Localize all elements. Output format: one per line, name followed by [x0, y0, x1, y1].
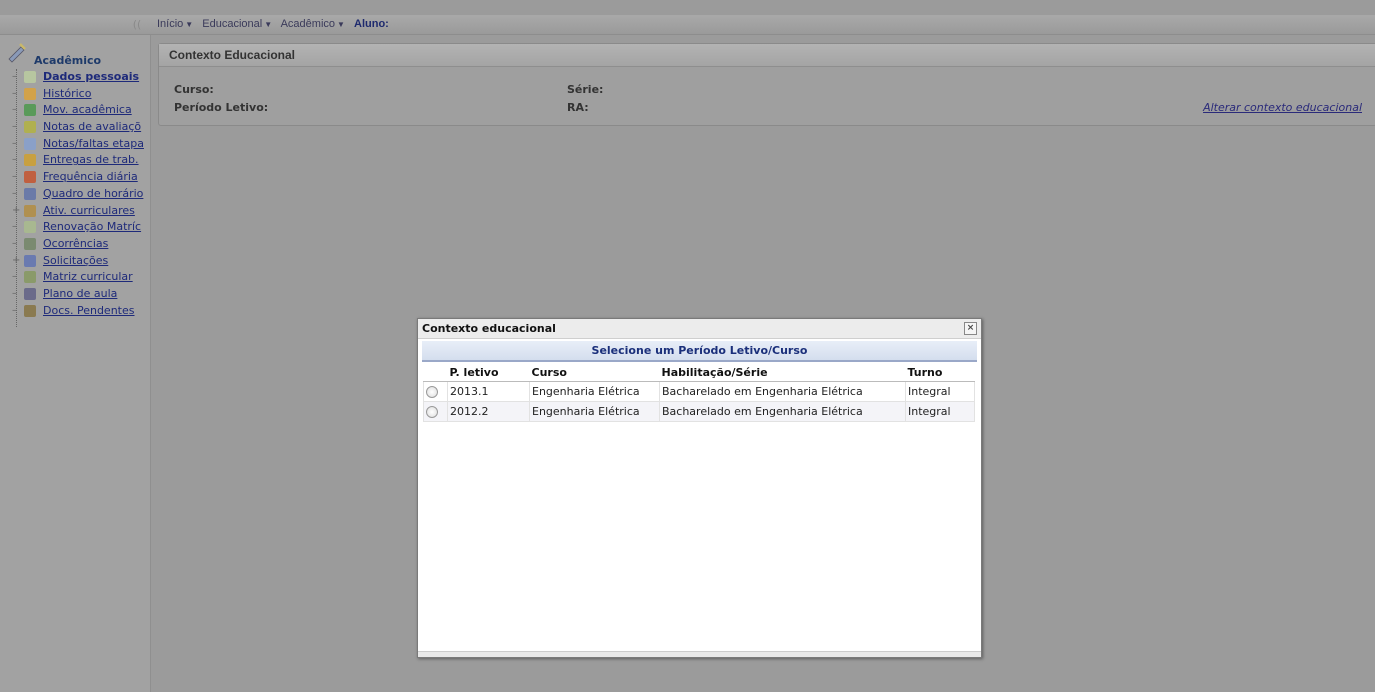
- dialog-subtitle: Selecione um Período Letivo/Curso: [422, 341, 977, 362]
- sidebar-item[interactable]: – Quadro de horário: [0, 186, 150, 203]
- sidebar: Acadêmico – Dados pessoais – Histórico – Mov.…: [0, 35, 151, 692]
- sidebar-item[interactable]: – Matriz curricular: [0, 269, 150, 286]
- check-icon: [24, 271, 36, 284]
- sidebar-item[interactable]: – Ocorrências: [0, 236, 150, 253]
- pen-icon: [24, 237, 36, 250]
- sidebar-item-label: Notas/faltas etapa: [43, 136, 144, 150]
- sidebar-item[interactable]: – Plano de aula: [0, 286, 150, 303]
- sidebar-item-label: Solicitações: [43, 253, 109, 267]
- sidebar-item[interactable]: – Notas de avaliaçõ: [0, 119, 150, 136]
- grid-icon: [24, 137, 36, 150]
- bullet-icon: [24, 121, 36, 134]
- sidebar-item-label: Plano de aula: [43, 286, 118, 300]
- turno-cell: Integral: [905, 381, 975, 402]
- radio-button[interactable]: [426, 386, 438, 398]
- bullet-icon: [24, 71, 36, 83]
- table-row[interactable]: 2013.1 Engenharia Elétrica Bacharelado e…: [423, 381, 975, 402]
- sidebar-item[interactable]: – Frequência diária: [0, 169, 150, 186]
- sidebar-item-label: Entregas de trab.: [43, 153, 139, 167]
- folder-icon: [24, 154, 36, 167]
- dialog-titlebar: Contexto educacional ×: [418, 319, 981, 339]
- sidebar-item-label: Ocorrências: [43, 236, 109, 250]
- menu-educacional[interactable]: Educacional ▼: [202, 18, 272, 30]
- row-select-cell: [423, 381, 448, 402]
- sidebar-item-label: Renovação Matríc: [43, 220, 142, 234]
- sidebar-item-label: Quadro de horário: [43, 186, 144, 200]
- sidebar-item-label: Matriz curricular: [43, 270, 133, 284]
- serie-label: Série:: [567, 83, 604, 96]
- docs-icon: [24, 304, 36, 317]
- column-header: P. letivo: [447, 363, 530, 382]
- pencil-icon: [24, 87, 36, 100]
- table-row[interactable]: 2012.2 Engenharia Elétrica Bacharelado e…: [423, 401, 975, 422]
- menu-academico[interactable]: Acadêmico ▼: [281, 18, 345, 30]
- person-icon: [24, 204, 36, 217]
- periodo-letivo-label: Período Letivo:: [174, 101, 269, 114]
- periodo-cell: 2013.1: [447, 381, 530, 402]
- curso-cell: Engenharia Elétrica: [529, 381, 660, 402]
- sidebar-item[interactable]: – Renovação Matríc: [0, 219, 150, 236]
- context-dialog: Contexto educacional × Selecione um Perí…: [417, 318, 982, 658]
- column-header: Turno: [905, 363, 975, 382]
- chevron-down-icon: ▼: [337, 20, 345, 29]
- sidebar-item-label: Dados pessoais: [43, 70, 140, 83]
- chevron-down-icon: ▼: [264, 20, 273, 29]
- sidebar-item[interactable]: – Docs. Pendentes: [0, 303, 150, 320]
- aluno-label: Aluno:: [354, 18, 389, 30]
- sidebar-item-label: Mov. acadêmica: [43, 103, 132, 117]
- breadcrumb: Início ▼ Educacional ▼ Acadêmico ▼ Aluno:: [157, 15, 389, 34]
- sidebar-item[interactable]: – Notas/faltas etapa: [0, 136, 150, 153]
- sidebar-item-label: Frequência diária: [43, 170, 138, 184]
- dialog-title: Contexto educacional: [422, 322, 556, 335]
- table-header-row: P. letivo Curso Habilitação/Série Turno: [423, 363, 975, 382]
- sidebar-item[interactable]: + Solicitações: [0, 253, 150, 270]
- top-navigation-bar: (( Início ▼ Educacional ▼ Acadêmico ▼ Aluno…: [0, 15, 1375, 35]
- calendar-icon: [24, 171, 36, 184]
- arrows-icon: [24, 104, 36, 117]
- sidebar-title: Acadêmico: [34, 54, 102, 67]
- menu-inicio[interactable]: Início ▼: [157, 18, 193, 30]
- close-icon[interactable]: ×: [964, 322, 977, 335]
- column-header: Habilitação/Série: [659, 363, 906, 382]
- radio-column-header: [423, 363, 448, 382]
- academic-tools-icon: [8, 43, 26, 63]
- sidebar-menu: – Dados pessoais – Histórico – Mov. acadêmica…: [0, 69, 150, 319]
- sidebar-header: Acadêmico: [6, 39, 146, 67]
- form-icon: [24, 254, 36, 267]
- sidebar-item[interactable]: – Histórico: [0, 86, 150, 103]
- habilitacao-cell: Bacharelado em Engenharia Elétrica: [659, 401, 906, 422]
- ra-label: RA:: [567, 101, 589, 114]
- sidebar-item-label: Histórico: [43, 86, 92, 100]
- periodo-cell: 2012.2: [447, 401, 530, 422]
- sidebar-item[interactable]: – Dados pessoais: [0, 69, 150, 86]
- period-table: P. letivo Curso Habilitação/Série Turno …: [423, 363, 975, 422]
- book-icon: [24, 287, 36, 300]
- row-select-cell: [423, 401, 448, 422]
- dialog-footer: [418, 651, 981, 657]
- bullet-icon: [24, 221, 36, 234]
- curso-cell: Engenharia Elétrica: [529, 401, 660, 422]
- context-panel-title: Contexto Educacional: [159, 44, 1375, 67]
- sidebar-item[interactable]: – Mov. acadêmica: [0, 102, 150, 119]
- sidebar-item[interactable]: – Entregas de trab.: [0, 152, 150, 169]
- habilitacao-cell: Bacharelado em Engenharia Elétrica: [659, 381, 906, 402]
- radio-button[interactable]: [426, 406, 438, 418]
- turno-cell: Integral: [905, 401, 975, 422]
- sidebar-item-label: Notas de avaliaçõ: [43, 120, 142, 134]
- clock-icon: [24, 187, 36, 200]
- curso-label: Curso:: [174, 83, 214, 96]
- context-panel: Contexto Educacional Curso: Série: Perío…: [158, 43, 1375, 126]
- sidebar-item[interactable]: + Ativ. curriculares: [0, 203, 150, 220]
- chevron-down-icon: ▼: [185, 20, 194, 29]
- column-header: Curso: [529, 363, 660, 382]
- change-context-link[interactable]: Alterar contexto educacional: [1203, 101, 1362, 114]
- sidebar-item-label: Docs. Pendentes: [43, 303, 135, 317]
- collapse-sidebar-button[interactable]: ((: [125, 15, 149, 34]
- sidebar-item-label: Ativ. curriculares: [43, 203, 135, 217]
